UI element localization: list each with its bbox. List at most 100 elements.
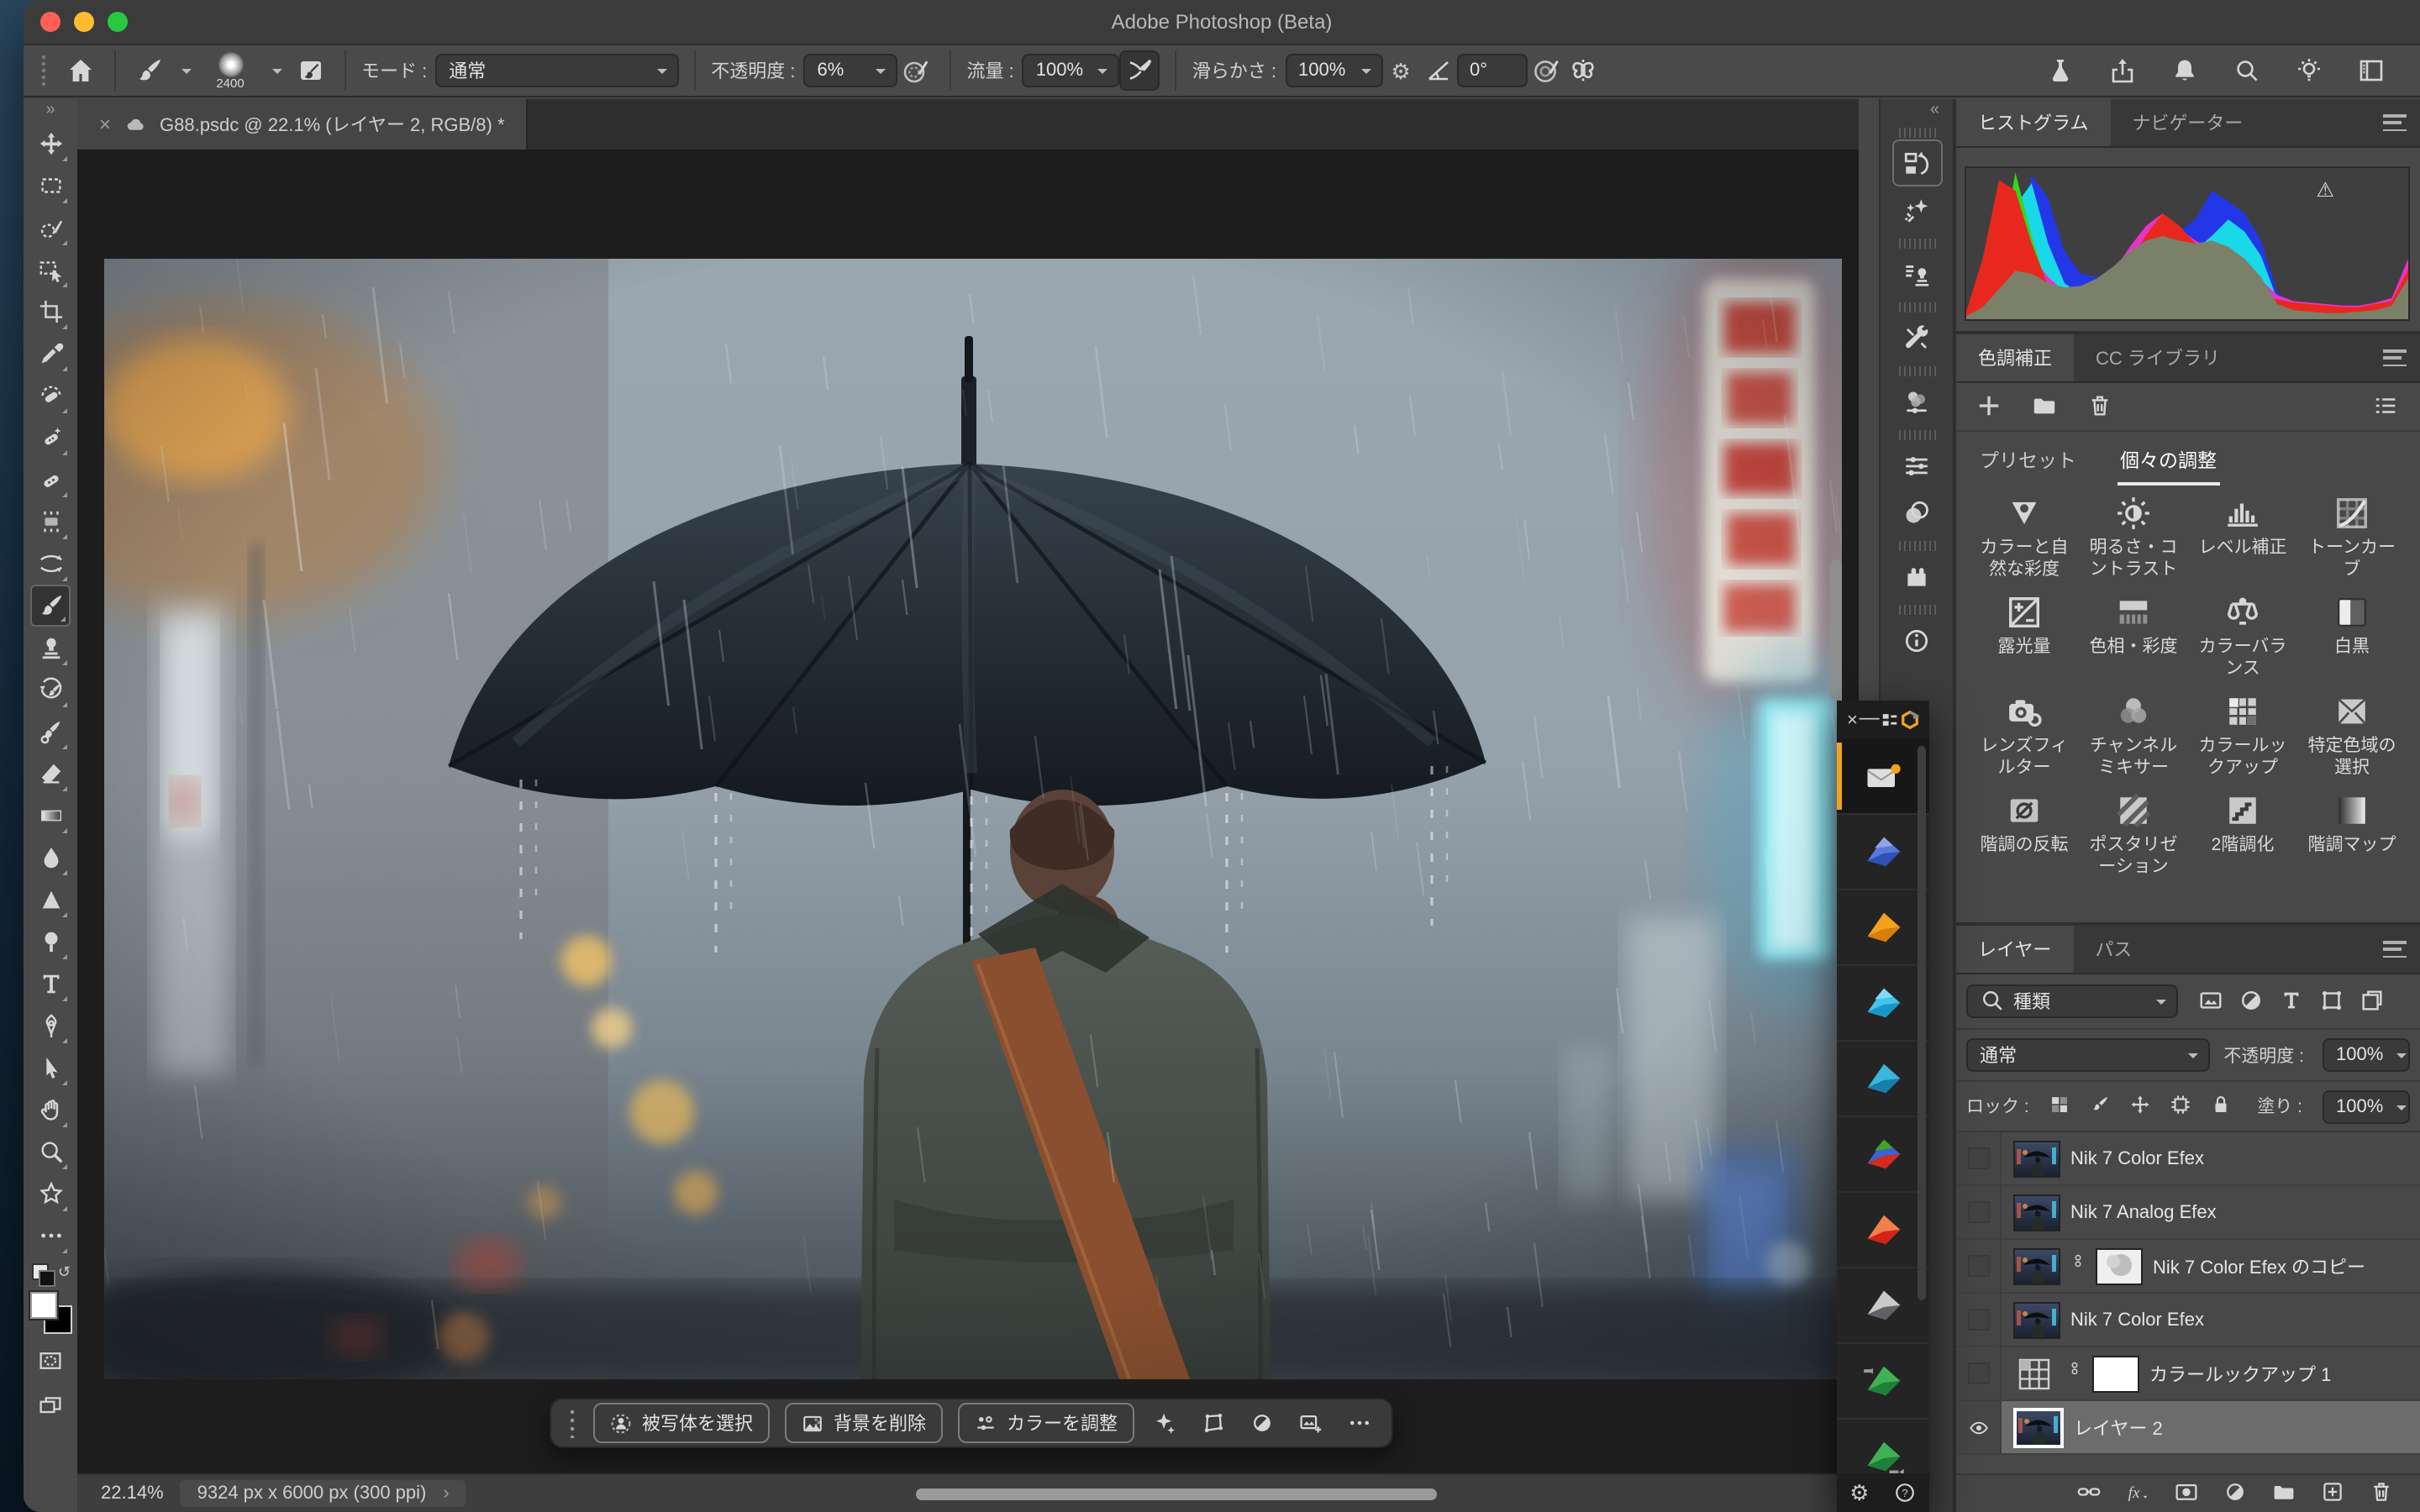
adjustment-exposure[interactable]: 露光量: [1970, 595, 2079, 680]
plugins-icon[interactable]: [1891, 553, 1942, 600]
lock-transparent-icon[interactable]: [2049, 1093, 2076, 1120]
layer-content[interactable]: レイヤー 2: [2002, 1401, 2420, 1453]
properties-icon[interactable]: [1891, 442, 1942, 489]
lock-pixels-icon[interactable]: [2090, 1093, 2117, 1120]
tool-objsel[interactable]: [30, 249, 71, 291]
layer-row[interactable]: Nik 7 Color Efex: [1956, 1132, 2420, 1186]
quick-mask-button[interactable]: [30, 1342, 71, 1379]
dock-grip[interactable]: [1898, 239, 1935, 249]
layer-row[interactable]: レイヤー 2: [1956, 1401, 2420, 1455]
layer-content[interactable]: Nik 7 Color Efex: [2002, 1132, 2420, 1184]
smoothing-select[interactable]: 100%: [1285, 54, 1382, 87]
tool-brush[interactable]: [30, 585, 71, 627]
grid-menu-icon[interactable]: [1881, 711, 1899, 729]
tool-eyedropper[interactable]: [30, 333, 71, 375]
layer-row[interactable]: Nik 7 Color Efex: [1956, 1294, 2420, 1347]
layer-visibility-toggle[interactable]: [1956, 1294, 2002, 1346]
tool-hand[interactable]: [30, 1089, 71, 1131]
smoothing-gear-icon[interactable]: ⚙: [1382, 52, 1419, 89]
document-tab[interactable]: × G88.psdc @ 22.1% (レイヤー 2, RGB/8) *: [77, 99, 529, 150]
tool-cmove[interactable]: [30, 543, 71, 585]
toolbar-expand-chevron[interactable]: »: [45, 99, 55, 123]
tool-patch[interactable]: [30, 501, 71, 543]
tool-marquee[interactable]: [30, 165, 71, 207]
tool-zoomt[interactable]: [30, 1131, 71, 1173]
image-filter-icon[interactable]: [2198, 988, 2225, 1015]
dock-grip[interactable]: [1898, 605, 1935, 615]
histogram-tab[interactable]: ヒストグラム: [1956, 99, 2110, 146]
search-icon[interactable]: [2228, 52, 2265, 89]
add-icon[interactable]: [1976, 393, 2003, 420]
airbrush-icon[interactable]: [1120, 50, 1160, 91]
layer-thumbnail[interactable]: [2013, 1247, 2060, 1284]
tool-type[interactable]: [30, 963, 71, 1005]
layer-content[interactable]: Nik 7 Color Efex: [2002, 1294, 2420, 1346]
adjustments-tab[interactable]: 色調補正: [1956, 334, 2074, 381]
document-size[interactable]: 9324 px x 6000 px (300 ppi)›: [181, 1480, 466, 1507]
layer-visibility-toggle[interactable]: [1956, 1132, 2002, 1184]
subtab-個々の調整[interactable]: 個々の調整: [2120, 447, 2217, 474]
horizontal-scrollbar[interactable]: [916, 1488, 1437, 1500]
tool-selbrush[interactable]: [30, 207, 71, 249]
brush-settings-panel-icon[interactable]: [292, 52, 329, 89]
workspace-icon[interactable]: [2353, 52, 2390, 89]
adjustments-tab[interactable]: CC ライブラリ: [2074, 334, 2242, 381]
layers-tab[interactable]: パス: [2073, 926, 2154, 973]
dock-grip[interactable]: [1898, 302, 1935, 312]
type-filter-icon[interactable]: [2279, 988, 2306, 1015]
layer-visibility-toggle[interactable]: [1956, 1401, 2002, 1453]
list-view-icon[interactable]: [2373, 393, 2400, 420]
adjustment-bw[interactable]: 白黒: [2297, 595, 2407, 680]
layer-fill-select[interactable]: 100%: [2323, 1089, 2410, 1123]
adjustment-brightness[interactable]: 明るさ・コントラスト: [2079, 496, 2188, 581]
lock-artboard-icon[interactable]: [2170, 1093, 2197, 1120]
layer-thumbnail[interactable]: [2013, 1407, 2064, 1447]
adjustment-icon[interactable]: [1247, 1408, 1277, 1438]
tool-more[interactable]: [30, 1215, 71, 1257]
layer-blend-mode-select[interactable]: 通常: [1966, 1038, 2210, 1072]
adjustment-threshold[interactable]: 2階調化: [2188, 793, 2297, 879]
button-subject[interactable]: 被写体を選択: [593, 1403, 770, 1443]
nik-orange-fold-icon[interactable]: [1837, 890, 1929, 966]
lut-layer-icon[interactable]: [2013, 1357, 2057, 1390]
layer-opacity-select[interactable]: 100%: [2323, 1038, 2410, 1072]
version-history-icon[interactable]: [1891, 139, 1942, 186]
layer-mask-thumbnail[interactable]: [2092, 1355, 2139, 1392]
beaker-icon[interactable]: [2042, 52, 2079, 89]
nik-multicolor-fold-icon[interactable]: [1837, 1117, 1929, 1193]
histogram-tab[interactable]: ナビゲーター: [2110, 99, 2265, 146]
adjustment-filter-icon[interactable]: [2238, 988, 2265, 1015]
layer-mask-thumbnail[interactable]: [2096, 1247, 2143, 1284]
bell-icon[interactable]: [2166, 52, 2203, 89]
adjustment-invert[interactable]: 階調の反転: [1970, 793, 2079, 879]
layer-content[interactable]: Nik 7 Analog Efex: [2002, 1186, 2420, 1238]
layer-thumbnail[interactable]: [2013, 1140, 2060, 1177]
layer-thumbnail[interactable]: [2013, 1301, 2060, 1338]
flow-select[interactable]: 100%: [1023, 54, 1120, 87]
tool-pathsel[interactable]: [30, 1047, 71, 1089]
tool-sharpen[interactable]: [30, 879, 71, 921]
zoom-level[interactable]: 22.14%: [101, 1483, 164, 1504]
layer-row[interactable]: Nik 7 Analog Efex: [1956, 1186, 2420, 1240]
tool-histbrush[interactable]: [30, 669, 71, 711]
layers-tab[interactable]: レイヤー: [1956, 926, 2073, 973]
canvas-image[interactable]: [104, 259, 1842, 1379]
default-colors-icon[interactable]: ↺: [32, 1263, 69, 1285]
tool-spotheal[interactable]: [30, 417, 71, 459]
layer-mask-icon[interactable]: [2175, 1480, 2202, 1507]
color-swatches[interactable]: [29, 1290, 72, 1334]
nik-cyan-fold-icon[interactable]: [1837, 1042, 1929, 1117]
canvas-area[interactable]: 被写体を選択背景を削除カラーを調整: [77, 150, 1859, 1475]
brush-angle-input[interactable]: 0°: [1456, 54, 1527, 87]
nik-silver-fold-icon[interactable]: [1837, 1268, 1929, 1344]
dock-grip[interactable]: [1898, 366, 1935, 376]
options-grip[interactable]: [40, 54, 49, 87]
nik-lightblue-fold-icon[interactable]: [1837, 966, 1929, 1042]
nik-mail-icon[interactable]: [1837, 739, 1929, 815]
pressure-opacity-icon[interactable]: [898, 52, 935, 89]
button-removebg[interactable]: 背景を削除: [785, 1403, 943, 1443]
tool-blur[interactable]: [30, 837, 71, 879]
clone-source-icon[interactable]: [1891, 250, 1942, 297]
blend-mode-select[interactable]: 通常: [435, 54, 679, 87]
nik-green-out-fold-icon[interactable]: [1837, 1420, 1929, 1473]
